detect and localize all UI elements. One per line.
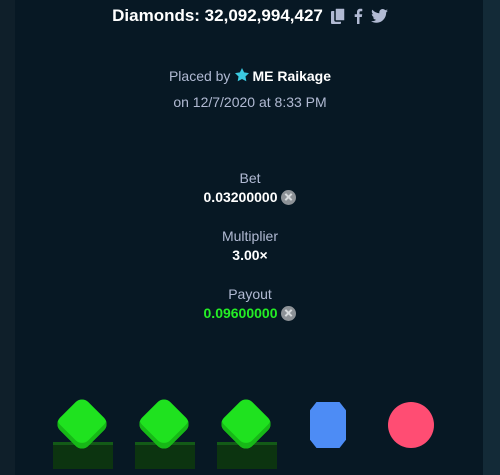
gem-tiles-row xyxy=(0,390,500,475)
placed-by-user-link[interactable]: ME Raikage xyxy=(252,68,331,84)
bet-stat: Bet 0.03200000 xyxy=(0,169,500,207)
placed-info: Placed by ME Raikage on 12/7/2020 at 8:33… xyxy=(0,64,500,114)
multiplier-label: Multiplier xyxy=(221,228,278,244)
bet-value: 0.03200000 xyxy=(203,189,278,205)
multiplier-stat: Multiplier 3.00× xyxy=(0,227,500,265)
payout-value-row: 0.09600000 xyxy=(204,303,297,323)
bet-value-row: 0.03200000 xyxy=(204,187,297,207)
payout-label: Payout xyxy=(228,286,272,302)
twitter-icon[interactable] xyxy=(370,9,388,23)
facebook-icon[interactable] xyxy=(353,8,363,24)
red-ruby-icon xyxy=(388,402,434,448)
header-row: Diamonds: 32,092,994,427 xyxy=(0,5,500,27)
payout-value: 0.09600000 xyxy=(203,305,278,321)
gem-tile-4 xyxy=(296,390,362,470)
coin-icon xyxy=(281,189,297,205)
coin-icon xyxy=(281,305,297,321)
placed-by-line: Placed by ME Raikage xyxy=(0,64,500,90)
placed-date: on 12/7/2020 at 8:33 PM xyxy=(173,94,327,110)
gem-tile-3 xyxy=(214,390,280,470)
gem-tile-1 xyxy=(50,390,116,470)
placed-by-prefix: Placed by xyxy=(168,68,231,84)
multiplier-value: 3.00× xyxy=(232,247,268,263)
star-icon xyxy=(234,66,250,90)
bet-label: Bet xyxy=(239,170,261,186)
payout-stat: Payout 0.09600000 xyxy=(0,285,500,323)
gem-tile-5 xyxy=(378,390,444,470)
blue-sapphire-icon xyxy=(310,402,346,448)
game-title: Diamonds: 32,092,994,427 xyxy=(112,6,323,25)
gem-tile-2 xyxy=(132,390,198,470)
copy-icon[interactable] xyxy=(330,8,345,24)
